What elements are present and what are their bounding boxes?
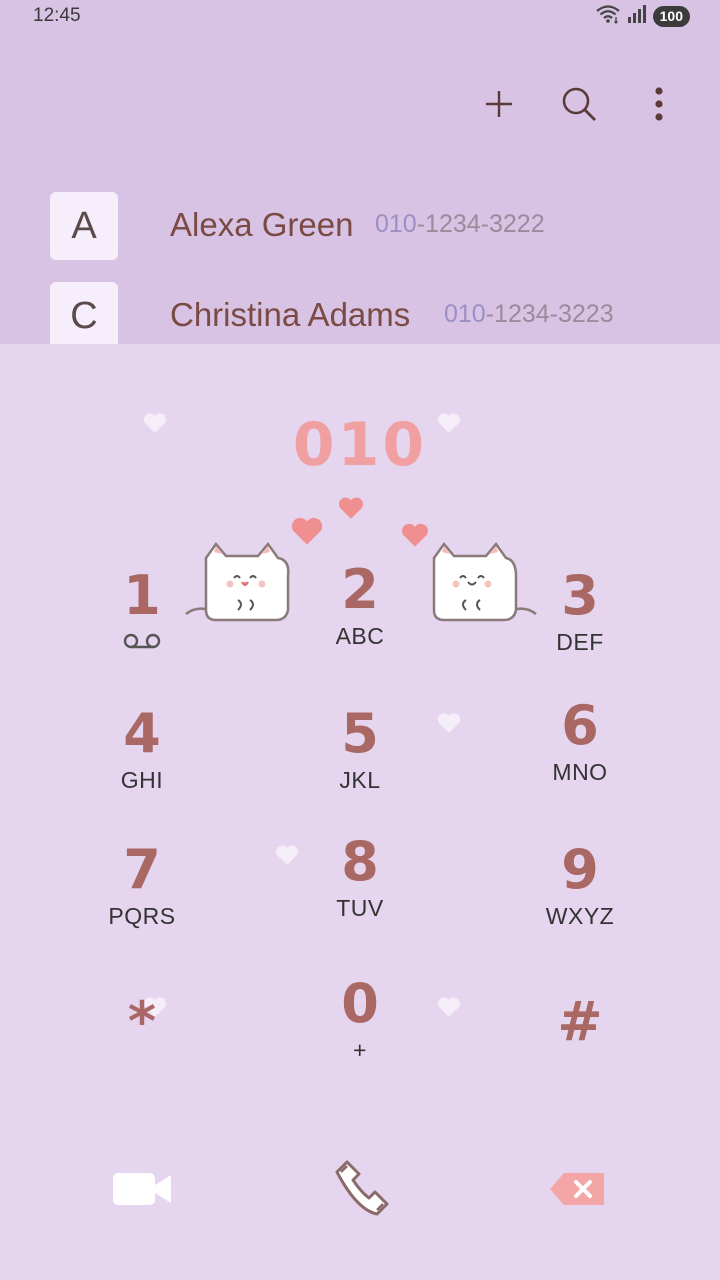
- heart-icon: [291, 517, 323, 545]
- dialed-number: 010: [292, 410, 428, 480]
- dial-key-2[interactable]: 2 ABC: [270, 558, 450, 678]
- dial-key-6[interactable]: 6 MNO: [490, 694, 670, 814]
- cat-sticker-icon: [185, 541, 290, 622]
- heart-icon: [338, 497, 364, 519]
- dial-key-4[interactable]: 4 GHI: [52, 702, 232, 822]
- phone-call-icon[interactable]: [310, 1144, 410, 1234]
- battery-indicator: 100: [652, 5, 690, 27]
- dial-key-5[interactable]: 5 JKL: [270, 702, 450, 822]
- contact-row[interactable]: A Alexa Green 010-1234-3222: [0, 192, 720, 282]
- dialpad: 010 1 2 ABC 3 DEF 4 GHI 5 JKL 6 MNO 7 PQ…: [0, 344, 720, 1280]
- search-icon[interactable]: [558, 80, 600, 128]
- toolbar-actions: [478, 80, 680, 128]
- plus-icon[interactable]: [478, 80, 520, 128]
- contact-name: Christina Adams: [170, 296, 411, 333]
- more-vert-icon[interactable]: [638, 80, 680, 128]
- wifi-icon: [595, 4, 621, 29]
- status-time: 12:45: [33, 5, 81, 26]
- dial-key-star[interactable]: *: [52, 990, 232, 1110]
- video-call-icon[interactable]: [92, 1144, 192, 1234]
- backspace-icon[interactable]: [528, 1144, 628, 1234]
- voicemail-icon: [122, 632, 162, 655]
- dial-key-9[interactable]: 9 WXYZ: [490, 838, 670, 958]
- contact-initial: C: [50, 282, 118, 350]
- dial-key-8[interactable]: 8 TUV: [270, 830, 450, 950]
- contacts-header: 12:45 100 A Alexa Green 010-1234-3222 C …: [0, 0, 720, 350]
- heart-icon: [402, 523, 428, 547]
- dial-key-7[interactable]: 7 PQRS: [52, 838, 232, 958]
- dialer-bottom-bar: [0, 1144, 720, 1234]
- contact-number: 010-1234-3222: [375, 210, 545, 238]
- cat-sticker-icon: [432, 541, 537, 622]
- contact-number: 010-1234-3223: [444, 300, 614, 328]
- status-icons: 100: [595, 4, 690, 29]
- dial-key-0[interactable]: 0 +: [270, 972, 450, 1092]
- status-bar: 12:45 100: [0, 0, 720, 34]
- contact-initial: A: [50, 192, 118, 260]
- contact-name: Alexa Green: [170, 206, 354, 243]
- signal-icon: [627, 4, 647, 28]
- dial-key-hash[interactable]: #: [490, 990, 670, 1110]
